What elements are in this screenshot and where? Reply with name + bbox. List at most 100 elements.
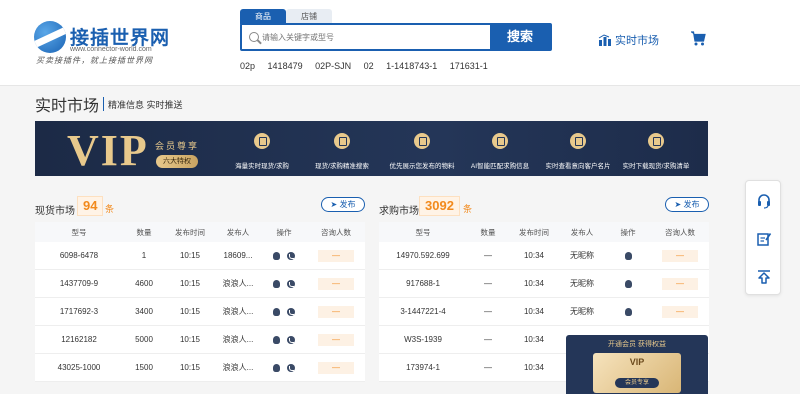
cell-time: 10:34 bbox=[523, 335, 545, 344]
publish-demand-button[interactable]: ➤ 发布 bbox=[665, 197, 709, 212]
vip-feature: 海量实时现货/求购 bbox=[225, 133, 299, 170]
cell-quantity: 5000 bbox=[135, 335, 153, 344]
cell-publisher: 无昵称 bbox=[570, 251, 594, 260]
section-title: 求购市场 bbox=[379, 206, 419, 217]
vip-feature-label: 优先展示您发布的物料 bbox=[389, 163, 455, 170]
cell-consult: — bbox=[307, 298, 365, 325]
search-button[interactable]: 搜索 bbox=[490, 25, 550, 49]
vip-card-button[interactable]: 会员专享 bbox=[615, 378, 659, 388]
qq-chat-icon[interactable] bbox=[273, 363, 280, 372]
cell-publisher: 无昵称 bbox=[570, 307, 594, 316]
tab-products[interactable]: 商品 bbox=[240, 9, 286, 24]
cell-quantity: 1 bbox=[141, 251, 147, 260]
hot-word[interactable]: 1-1418743-1 bbox=[386, 61, 437, 71]
cell-actions bbox=[261, 298, 307, 325]
hot-search-words: 02p 1418479 02P-SJN 02 1-1418743-1 17163… bbox=[240, 61, 498, 71]
search-input[interactable] bbox=[262, 27, 490, 47]
cell-time: 10:15 bbox=[179, 363, 201, 372]
cell-quantity: 3400 bbox=[135, 307, 153, 316]
cell-model[interactable]: W3S-1939 bbox=[379, 326, 467, 353]
table-row[interactable]: 43025-1000 1500 10:15 浪浪人... — bbox=[35, 354, 365, 382]
section-header: 现货市场 94 条 ➤ 发布 bbox=[35, 196, 365, 218]
cell-quantity: 1500 bbox=[135, 363, 153, 372]
vip-feature-label: 实时查看意向客户名片 bbox=[545, 163, 611, 170]
col-header: 咨询人数 bbox=[665, 227, 695, 237]
vip-feature-label: 实时下载现货/求购清单 bbox=[622, 163, 690, 170]
qq-chat-icon[interactable] bbox=[273, 307, 280, 316]
consult-count: — bbox=[318, 249, 354, 262]
cell-time: 10:34 bbox=[523, 279, 545, 288]
phone-icon[interactable] bbox=[287, 251, 295, 260]
cell-publisher: 无昵称 bbox=[570, 279, 594, 288]
vip-feature-label: AI智能匹配求购信息 bbox=[470, 163, 530, 170]
cell-model[interactable]: 3-1447221-4 bbox=[379, 298, 467, 325]
cell-model[interactable]: 917688-1 bbox=[379, 270, 467, 297]
table-row[interactable]: 3-1447221-4 — 10:34 无昵称 — bbox=[379, 298, 709, 326]
cart-icon[interactable] bbox=[690, 30, 706, 46]
table-row[interactable]: 1437709-9 4600 10:15 浪浪人... — bbox=[35, 270, 365, 298]
vip-enjoy-label: 会员尊享 bbox=[155, 141, 200, 151]
cell-model[interactable]: 43025-1000 bbox=[35, 354, 123, 381]
hot-word[interactable]: 1418479 bbox=[268, 61, 303, 71]
vip-banner[interactable]: VIP 会员尊享 六大特权 海量实时现货/求购 现货/求购精准搜索 优先展示您发… bbox=[35, 121, 708, 176]
demand-market-section: 求购市场 3092 条 ➤ 发布 型号 数量 发布时间 发布人 操作 咨询人数 … bbox=[379, 196, 709, 382]
cell-publisher: 18609... bbox=[223, 251, 253, 260]
vip-feature-label: 海量实时现货/求购 bbox=[235, 163, 289, 170]
back-to-top-icon[interactable] bbox=[756, 269, 772, 285]
vip-feature: 实时下载现货/求购清单 bbox=[619, 133, 693, 170]
publish-stock-button[interactable]: ➤ 发布 bbox=[321, 197, 365, 212]
table-row[interactable]: 6098-6478 1 10:15 18609... — bbox=[35, 242, 365, 270]
cell-model[interactable]: 14970.592.699 bbox=[379, 242, 467, 269]
col-header: 发布时间 bbox=[519, 227, 549, 237]
table-row[interactable]: 14970.592.699 — 10:34 无昵称 — bbox=[379, 242, 709, 270]
vip-feature: 现货/求购精准搜索 bbox=[305, 133, 379, 170]
vip-card-label: VIP bbox=[629, 357, 645, 367]
cell-consult: — bbox=[307, 354, 365, 381]
phone-icon[interactable] bbox=[287, 307, 295, 316]
cell-quantity: — bbox=[484, 307, 492, 316]
cell-actions bbox=[261, 270, 307, 297]
edit-icon[interactable] bbox=[756, 231, 772, 247]
vip-feature-label: 现货/求购精准搜索 bbox=[315, 163, 369, 170]
vip-promo-popup[interactable]: 开通会员 获得权益 VIP 会员专享 bbox=[566, 335, 708, 394]
cell-model[interactable]: 6098-6478 bbox=[35, 242, 123, 269]
qq-chat-icon[interactable] bbox=[273, 279, 280, 288]
hot-word[interactable]: 02P-SJN bbox=[315, 61, 351, 71]
cell-model[interactable]: 173974-1 bbox=[379, 354, 467, 381]
phone-icon[interactable] bbox=[287, 363, 295, 372]
table-row[interactable]: 12162182 5000 10:15 浪浪人... — bbox=[35, 326, 365, 354]
table-row[interactable]: 917688-1 — 10:34 无昵称 — bbox=[379, 270, 709, 298]
cell-model[interactable]: 12162182 bbox=[35, 326, 123, 353]
phone-icon[interactable] bbox=[287, 279, 295, 288]
col-header: 发布时间 bbox=[175, 227, 205, 237]
hot-word[interactable]: 02 bbox=[364, 61, 374, 71]
vip-privileges-badge: 六大特权 bbox=[156, 155, 198, 168]
publish-label: 发布 bbox=[683, 200, 700, 209]
hot-word[interactable]: 02p bbox=[240, 61, 255, 71]
qq-chat-icon[interactable] bbox=[624, 251, 632, 260]
feature-icon bbox=[414, 133, 430, 149]
stock-count: 94 bbox=[77, 196, 104, 216]
hot-word[interactable]: 171631-1 bbox=[450, 61, 488, 71]
cell-time: 10:15 bbox=[179, 307, 201, 316]
cell-model[interactable]: 1437709-9 bbox=[35, 270, 123, 297]
feature-icon bbox=[492, 133, 508, 149]
qq-chat-icon[interactable] bbox=[273, 251, 280, 260]
qq-chat-icon[interactable] bbox=[624, 307, 632, 316]
cell-model[interactable]: 1717692-3 bbox=[35, 298, 123, 325]
qq-chat-icon[interactable] bbox=[624, 279, 632, 288]
count-unit: 条 bbox=[105, 204, 115, 214]
realtime-market-link[interactable]: 实时市场 bbox=[598, 32, 659, 48]
tab-shops[interactable]: 店铺 bbox=[286, 9, 332, 24]
table-row[interactable]: 1717692-3 3400 10:15 浪浪人... — bbox=[35, 298, 365, 326]
site-logo[interactable]: 接插世界网 www.connector-world.com 买卖接插件，就上接插… bbox=[34, 21, 184, 67]
demand-count: 3092 bbox=[419, 196, 460, 216]
cell-actions bbox=[605, 242, 651, 269]
phone-icon[interactable] bbox=[287, 335, 295, 344]
headset-icon[interactable] bbox=[756, 193, 772, 209]
cell-consult: — bbox=[651, 242, 709, 269]
cell-actions bbox=[261, 242, 307, 269]
qq-chat-icon[interactable] bbox=[273, 335, 280, 344]
consult-count: — bbox=[318, 277, 354, 290]
consult-count: — bbox=[318, 305, 354, 318]
